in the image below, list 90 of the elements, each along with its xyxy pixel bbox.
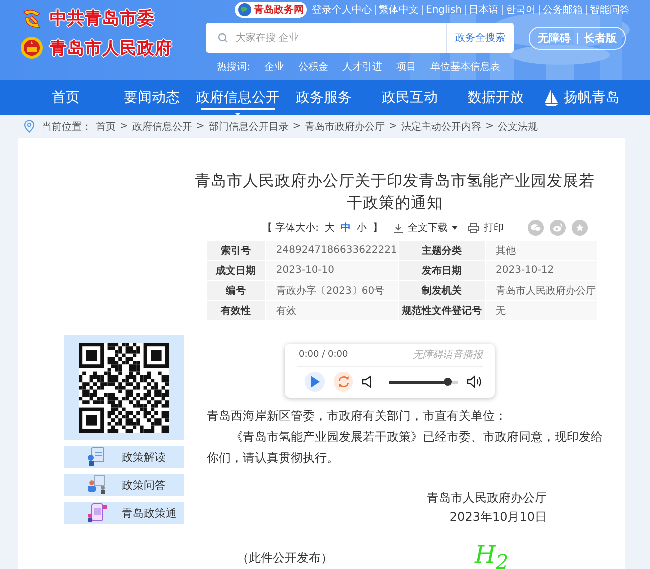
sail-icon (544, 88, 560, 106)
table-cell: 2489247186633622221 (266, 240, 399, 260)
hot-words-label: 热搜词: (217, 60, 250, 74)
globe-icon (238, 3, 252, 17)
hot-word-link[interactable]: 人才引进 (342, 60, 382, 74)
breadcrumb-link[interactable]: 首页 (96, 120, 116, 134)
nav-tab[interactable]: 政府信息公开 (195, 80, 281, 115)
table-header-cell: 有效性 (206, 300, 266, 320)
header-link[interactable]: 智能问答 (590, 3, 630, 17)
table-cell: 青政办字〔2023〕60号 (266, 280, 399, 300)
hot-word-link[interactable]: 公积金 (298, 60, 328, 74)
search-icon (218, 33, 228, 43)
breadcrumb-separator: > (486, 121, 494, 132)
paragraph: 青岛西海岸新区管委，市政府有关部门，市直有关单位： (207, 408, 508, 425)
header-link[interactable]: English (426, 4, 462, 16)
emblem-icon (20, 36, 44, 60)
table-cell: 其他 (486, 240, 598, 260)
sidebar-link[interactable]: 青岛政策通 (64, 502, 184, 524)
time-readout: 0:00 / 0:00 (299, 350, 348, 360)
nav-tab[interactable]: 首页 (23, 80, 109, 115)
print-link[interactable]: 打印 (468, 221, 504, 235)
signature: 青岛市人民政府办公厅 (426, 490, 548, 507)
hot-word-link[interactable]: 单位基本信息表 (430, 60, 500, 74)
chat-share-icon (528, 220, 544, 236)
loop-button[interactable] (334, 372, 354, 392)
font-size-option[interactable]: 大 (325, 221, 335, 235)
hot-word-link[interactable]: 企业 (264, 60, 284, 74)
search-field[interactable]: 大家在搜 企业 (206, 23, 446, 53)
breadcrumb-link[interactable]: 法定主动公开内容 (402, 120, 482, 134)
illustration-icon (86, 474, 108, 496)
table-header-cell: 编号 (206, 280, 266, 300)
formula-text: H$_{2}$ (475, 542, 509, 569)
table-cell: 无 (486, 300, 598, 320)
download-icon (393, 222, 404, 234)
illustration-icon (86, 502, 108, 524)
player-caption: 无障碍语音播报 (413, 348, 483, 362)
portal-logo[interactable]: 青岛政务网 (235, 2, 307, 18)
table-cell: 青岛市人民政府办公厅 (486, 280, 598, 300)
breadcrumb-separator: > (196, 121, 205, 132)
search-button[interactable]: 政务全搜索 (446, 23, 514, 53)
table-header-cell: 成文日期 (206, 260, 266, 280)
loop-icon (336, 375, 351, 389)
breadcrumb-link[interactable]: 青岛市政府办公厅 (305, 120, 386, 134)
table-cell: 2023-10-10 (266, 260, 399, 280)
header-link[interactable]: 公务邮箱 (543, 3, 584, 17)
breadcrumb-separator: > (292, 121, 302, 132)
header-link[interactable]: 繁体中文 (379, 3, 419, 17)
table-cell: 2023-10-12 (486, 260, 598, 280)
mode-link[interactable]: 长者版 (584, 30, 617, 46)
article-title: 青岛市人民政府办公厅关于印发青岛市氢能产业园发展若干政策的通知 (194, 171, 596, 214)
header-link[interactable]: 登录个人中心 (312, 3, 372, 17)
play-icon (310, 376, 320, 388)
nav-tab[interactable]: 扬帆青岛 (539, 80, 625, 115)
play-button[interactable] (305, 372, 325, 392)
site-title: 青岛市人民政府 (50, 38, 172, 60)
caret-icon (452, 226, 458, 230)
printer-icon (468, 222, 480, 234)
sidebar-link[interactable]: 政策解读 (64, 446, 184, 468)
breadcrumb-link[interactable]: 部门信息公开目录 (208, 120, 289, 134)
table-header-cell: 发布日期 (398, 260, 486, 280)
volume-low-icon (362, 375, 374, 389)
header-link[interactable]: 日本语 (469, 3, 500, 17)
table-header-cell: 索引号 (206, 240, 266, 260)
date-text: 2023年10月10日 (448, 509, 548, 526)
download-link[interactable]: 全文下载 (393, 221, 458, 235)
nav-tab[interactable]: 要闻动态 (109, 80, 195, 115)
nav-tab[interactable]: 数据开放 (453, 80, 539, 115)
publication-note: （此件公开发布） (237, 550, 333, 567)
table-header-cell: 制发机关 (398, 280, 486, 300)
breadcrumb-separator: > (120, 121, 128, 132)
nav-tab[interactable]: 政务服务 (281, 80, 367, 115)
nav-tab[interactable]: 政民互动 (367, 80, 453, 115)
header-link[interactable]: 한국어 (506, 3, 536, 17)
sidebar-link[interactable]: 政策问答 (64, 474, 184, 496)
table-header-cell: 主题分类 (398, 240, 486, 260)
location-pin-icon (24, 120, 35, 133)
table-header-cell: 规范性文件登记号 (398, 300, 486, 320)
table-cell: 有效 (266, 300, 399, 320)
hot-word-link[interactable]: 项目 (396, 60, 416, 74)
font-size-label: 】 (373, 222, 383, 235)
breadcrumb-link[interactable]: 公文法规 (498, 120, 538, 134)
font-size-label: 【 字体大小: (262, 222, 319, 235)
volume-high-icon (467, 375, 483, 389)
breadcrumb-separator: > (389, 121, 398, 132)
font-size-option[interactable]: 中 (341, 221, 351, 235)
breadcrumb-label: 当前位置： (42, 120, 92, 134)
site-title: 中共青岛市委 (50, 8, 155, 30)
font-size-option[interactable]: 小 (357, 221, 367, 235)
paragraph: 《青岛市氢能产业园发展若干政策》已经市委、市政府同意，现印发给你们，请认真贯彻执行。 (207, 429, 604, 467)
breadcrumb-link[interactable]: 政府信息公开 (132, 120, 192, 134)
